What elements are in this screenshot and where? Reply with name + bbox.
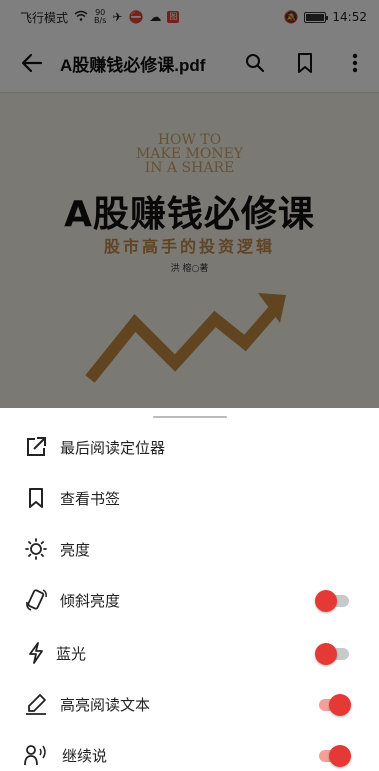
menu-item-label: 查看书签 (60, 489, 121, 508)
menu-item-label: 继续说 (62, 746, 108, 765)
open-external-icon (24, 435, 48, 459)
bookmark-icon (24, 486, 48, 510)
highlight-reading-toggle[interactable] (315, 693, 351, 716)
menu-item-label: 最后阅读定位器 (60, 438, 166, 457)
menu-item-view-bookmarks[interactable]: 查看书签 (0, 473, 379, 523)
highlighter-icon (24, 692, 48, 716)
menu-item-last-read-locator[interactable]: 最后阅读定位器 (0, 422, 379, 472)
drag-handle[interactable] (153, 416, 227, 418)
brightness-icon (24, 537, 48, 561)
menu-item-label: 高亮阅读文本 (60, 695, 151, 714)
menu-item-brightness[interactable]: 亮度 (0, 524, 379, 574)
blue-light-toggle[interactable] (315, 642, 351, 665)
tilt-phone-icon (24, 588, 48, 612)
menu-item-continue-speaking[interactable]: 继续说 (0, 730, 379, 771)
lightning-icon (24, 641, 48, 665)
bottom-sheet-menu: 最后阅读定位器 查看书签 亮度 倾斜亮度 蓝光 高亮阅读文本 继续说 (0, 408, 379, 771)
tilt-brightness-toggle[interactable] (315, 589, 351, 612)
menu-item-label: 亮度 (60, 540, 91, 559)
menu-item-tilt-brightness[interactable]: 倾斜亮度 (0, 575, 379, 625)
continue-speaking-toggle[interactable] (315, 744, 351, 767)
menu-item-label: 倾斜亮度 (60, 591, 121, 610)
speaking-person-icon (24, 743, 48, 767)
menu-item-highlight-reading-text[interactable]: 高亮阅读文本 (0, 679, 379, 729)
menu-item-label: 蓝光 (56, 644, 87, 663)
menu-item-blue-light[interactable]: 蓝光 (0, 628, 379, 678)
